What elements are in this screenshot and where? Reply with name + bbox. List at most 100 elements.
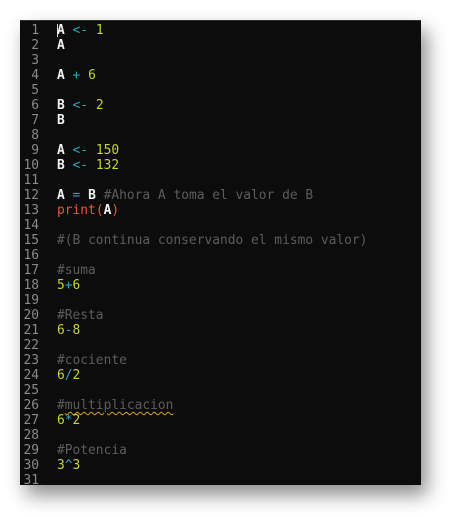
code-line[interactable]: 28 <box>20 428 421 443</box>
line-number: 30 <box>23 458 39 473</box>
code-token: / <box>64 368 73 383</box>
code-line[interactable]: 5 <box>20 83 421 98</box>
code-line[interactable]: 20 #Resta <box>20 308 421 323</box>
code-line[interactable]: 17 #suma <box>20 263 421 278</box>
line-number: 22 <box>23 338 39 353</box>
code-line[interactable]: 19 <box>20 293 421 308</box>
code-token: # <box>57 398 65 413</box>
code-line[interactable]: 31 <box>20 473 421 485</box>
code-line[interactable]: 2A <box>20 38 421 53</box>
line-code: #multiplicacion <box>57 398 173 413</box>
line-number: 12 <box>23 188 39 203</box>
code-token: <- <box>72 143 89 158</box>
code-line[interactable]: 11 <box>20 173 421 188</box>
line-code: B <- 132 <box>57 158 119 173</box>
line-code: B <box>57 113 65 128</box>
code-token: B <box>57 113 65 128</box>
code-token: #suma <box>57 263 96 278</box>
code-token: #Potencia <box>57 443 127 458</box>
code-token: B <box>57 98 65 113</box>
line-number: 15 <box>23 233 39 248</box>
code-token: print <box>57 203 96 218</box>
code-token: <- <box>72 23 89 38</box>
line-code: 3^3 <box>57 458 80 473</box>
line-number: 31 <box>23 473 39 485</box>
code-line[interactable]: 1A <- 1 <box>20 23 421 38</box>
line-code: #Resta <box>57 308 104 323</box>
code-token: B <box>88 188 96 203</box>
line-code: A <- 1 <box>57 23 104 38</box>
code-token: 2 <box>72 368 81 383</box>
code-token: 2 <box>72 413 81 428</box>
code-token: A <box>57 68 65 83</box>
code-token: ( <box>95 203 104 218</box>
code-token: 3 <box>57 458 65 473</box>
line-code: #Potencia <box>57 443 127 458</box>
line-code: A = B #Ahora A toma el valor de B <box>57 188 313 203</box>
line-number: 23 <box>23 353 39 368</box>
code-line[interactable]: 15 #(B continua conservando el mismo valo… <box>20 233 421 248</box>
line-number: 3 <box>31 53 39 68</box>
code-line[interactable]: 21 6-8 <box>20 323 421 338</box>
code-line[interactable]: 25 <box>20 383 421 398</box>
code-token: #Ahora A toma el valor de B <box>103 188 314 203</box>
line-number: 14 <box>23 218 39 233</box>
code-line[interactable]: 30 3^3 <box>20 458 421 473</box>
code-line[interactable]: 7B <box>20 113 421 128</box>
code-line[interactable]: 24 6/2 <box>20 368 421 383</box>
line-number: 4 <box>31 68 39 83</box>
code-line[interactable]: 29 #Potencia <box>20 443 421 458</box>
code-token: A <box>57 23 65 38</box>
code-line[interactable]: 16 <box>20 248 421 263</box>
code-line[interactable]: 10 B <- 132 <box>20 158 421 173</box>
code-token: A <box>57 38 65 53</box>
code-line[interactable]: 18 5+6 <box>20 278 421 293</box>
line-number: 21 <box>23 323 39 338</box>
code-line[interactable]: 14 <box>20 218 421 233</box>
line-number: 2 <box>31 38 39 53</box>
code-token: A <box>57 188 65 203</box>
code-token: + <box>64 278 73 293</box>
line-number: 13 <box>23 203 39 218</box>
code-line[interactable]: 26 #multiplicacion <box>20 398 421 413</box>
code-token: ^ <box>64 458 73 473</box>
line-code: B <- 2 <box>57 98 104 113</box>
code-line[interactable]: 12 A = B #Ahora A toma el valor de B <box>20 188 421 203</box>
code-line[interactable]: 23 #cociente <box>20 353 421 368</box>
line-number: 7 <box>31 113 39 128</box>
line-code: 6/2 <box>57 368 80 383</box>
code-line[interactable]: 3 <box>20 53 421 68</box>
line-number: 10 <box>23 158 39 173</box>
line-code: #suma <box>57 263 96 278</box>
code-line[interactable]: 22 <box>20 338 421 353</box>
code-line[interactable]: 13 print(A) <box>20 203 421 218</box>
code-line[interactable]: 9 A <- 150 <box>20 143 421 158</box>
line-number: 16 <box>23 248 39 263</box>
code-token: 2 <box>95 98 104 113</box>
line-code: 6-8 <box>57 323 80 338</box>
code-token: #Resta <box>57 308 104 323</box>
line-number: 29 <box>23 443 39 458</box>
code-editor[interactable]: 1A <- 12A34A + 656B <- 27B89A <- 150 10 B … <box>20 20 421 485</box>
line-number: 25 <box>23 383 39 398</box>
code-line[interactable]: 4 A + 6 <box>20 68 421 83</box>
code-line[interactable]: 8 <box>20 128 421 143</box>
code-token: <- <box>72 158 89 173</box>
code-line[interactable]: 27 6*2 <box>20 413 421 428</box>
line-code: A + 6 <box>57 68 96 83</box>
line-number: 17 <box>23 263 39 278</box>
code-line[interactable]: 6 B <- 2 <box>20 98 421 113</box>
code-token: <- <box>72 98 89 113</box>
line-code: 5+6 <box>57 278 80 293</box>
code-token: 6 <box>57 368 65 383</box>
line-number: 8 <box>31 128 39 143</box>
